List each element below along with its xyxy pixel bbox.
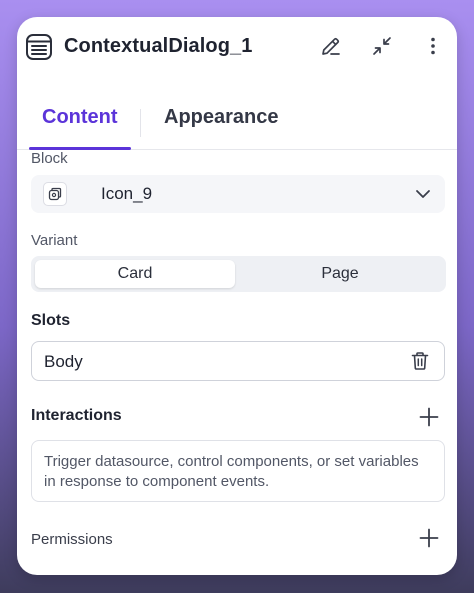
more-vertical-icon	[422, 35, 444, 62]
edit-button[interactable]	[318, 35, 344, 61]
document-icon	[25, 33, 53, 61]
slot-item-label: Body	[44, 352, 83, 371]
collapse-icon	[371, 35, 393, 62]
permissions-label: Permissions	[31, 531, 113, 548]
plus-icon	[418, 407, 440, 432]
interactions-description: Trigger datasource, control components, …	[31, 440, 445, 502]
trash-icon[interactable]	[410, 351, 430, 371]
plus-icon	[418, 528, 440, 553]
block-label: Block	[31, 150, 68, 167]
tab-bar: Content Appearance	[17, 87, 457, 150]
panel-header: ContextualDialog_1	[17, 17, 457, 79]
tab-content[interactable]: Content	[42, 87, 118, 148]
slot-item-body[interactable]: Body	[31, 341, 445, 381]
interactions-title: Interactions	[31, 407, 122, 424]
block-icon	[43, 182, 67, 206]
slots-title: Slots	[31, 312, 71, 329]
collapse-button[interactable]	[369, 35, 395, 61]
tab-appearance[interactable]: Appearance	[164, 87, 279, 148]
add-permission-button[interactable]	[418, 527, 440, 549]
more-options-button[interactable]	[420, 35, 446, 61]
tab-divider	[140, 109, 141, 137]
pencil-icon	[320, 35, 342, 62]
chevron-down-icon	[413, 184, 433, 204]
block-select[interactable]: Icon_9	[31, 175, 445, 213]
block-select-value: Icon_9	[101, 184, 153, 203]
variant-option-card[interactable]: Card	[35, 260, 235, 288]
component-title: ContextualDialog_1	[64, 35, 253, 57]
properties-panel: ContextualDialog_1 Content Appearance Bl…	[17, 17, 457, 575]
variant-segmented-control: Card Page	[31, 256, 446, 292]
add-interaction-button[interactable]	[418, 406, 440, 428]
variant-option-page[interactable]: Page	[238, 260, 442, 288]
variant-label: Variant	[31, 232, 78, 249]
